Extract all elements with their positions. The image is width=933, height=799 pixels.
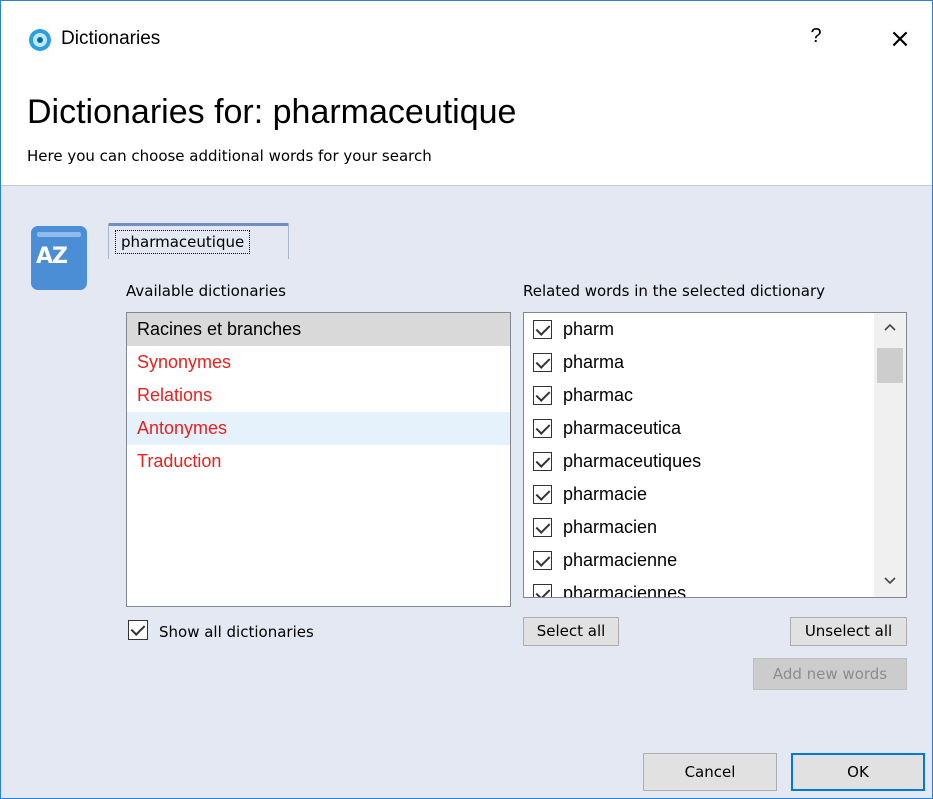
add-new-words-button[interactable]: Add new words (753, 658, 907, 690)
tab-pharmaceutique[interactable]: pharmaceutique (108, 223, 289, 259)
word-row-pharmacien[interactable]: pharmacien (530, 511, 870, 544)
word-label: pharm (563, 319, 615, 339)
word-row-pharmaciennes[interactable]: pharmaciennes (530, 577, 870, 598)
word-row-pharmacie[interactable]: pharmacie (530, 478, 870, 511)
related-words-list[interactable]: pharm pharma pharmac pharmaceutica pharm… (523, 312, 907, 598)
help-button[interactable]: ? (804, 25, 828, 55)
dictionary-item-racines-et-branches[interactable]: Racines et branches (127, 313, 510, 346)
dictionary-list[interactable]: Racines et branches Synonymes Relations … (126, 312, 511, 607)
word-checkbox[interactable] (533, 320, 552, 339)
word-checkbox[interactable] (533, 485, 552, 504)
ok-button[interactable]: OK (791, 753, 925, 791)
dictionary-item-traduction[interactable]: Traduction (127, 445, 510, 478)
title-bar: Dictionaries ? × (1, 1, 932, 79)
dictionary-item-synonymes[interactable]: Synonymes (127, 346, 510, 379)
unselect-all-button[interactable]: Unselect all (790, 617, 907, 646)
available-dictionaries-label: Available dictionaries (126, 282, 286, 300)
word-label: pharmaceutica (563, 418, 682, 438)
word-label: pharmacie (563, 484, 648, 504)
word-checkbox[interactable] (533, 386, 552, 405)
show-all-dictionaries-label: Show all dictionaries (159, 623, 314, 641)
show-all-dictionaries-checkbox[interactable] (128, 620, 148, 640)
word-checkbox[interactable] (533, 584, 552, 597)
page-title: Dictionaries for: pharmaceutique (27, 93, 517, 131)
scrollbar-thumb[interactable] (877, 348, 903, 383)
dialog-content: AZ pharmaceutique Available dictionaries… (1, 186, 932, 798)
az-glyph: AZ (36, 244, 68, 269)
word-label: pharma (563, 352, 625, 372)
chevron-down-icon[interactable] (874, 569, 906, 595)
select-all-button[interactable]: Select all (523, 617, 619, 646)
window-title: Dictionaries (61, 28, 161, 49)
word-label: pharmac (563, 385, 634, 405)
word-checkbox[interactable] (533, 518, 552, 537)
word-checkbox[interactable] (533, 452, 552, 471)
word-label: pharmaciennes (563, 583, 687, 598)
word-checkbox[interactable] (533, 551, 552, 570)
word-row-pharma[interactable]: pharma (530, 346, 870, 379)
tab-label: pharmaceutique (115, 230, 251, 254)
words-scrollbar[interactable] (874, 313, 906, 597)
word-row-pharmac[interactable]: pharmac (530, 379, 870, 412)
page-subtitle: Here you can choose additional words for… (27, 147, 432, 165)
word-checkbox[interactable] (533, 353, 552, 372)
dictionaries-dialog: Dictionaries ? × Dictionaries for: pharm… (0, 0, 933, 799)
dictionary-az-icon: AZ (31, 226, 87, 290)
icon-tab-strip (37, 232, 81, 237)
word-checkbox[interactable] (533, 419, 552, 438)
close-icon[interactable]: × (886, 23, 914, 55)
word-row-pharmaceutica[interactable]: pharmaceutica (530, 412, 870, 445)
chevron-up-icon[interactable] (874, 315, 906, 341)
app-icon (29, 29, 51, 51)
dialog-header: Dictionaries for: pharmaceutique Here yo… (1, 79, 932, 186)
word-label: pharmacien (563, 517, 658, 537)
word-row-pharmacienne[interactable]: pharmacienne (530, 544, 870, 577)
word-row-pharm[interactable]: pharm (530, 313, 870, 346)
word-label: pharmaceutiques (563, 451, 702, 471)
word-row-pharmaceutiques[interactable]: pharmaceutiques (530, 445, 870, 478)
word-label: pharmacienne (563, 550, 678, 570)
related-words-label: Related words in the selected dictionary (523, 282, 826, 300)
dictionary-item-antonymes[interactable]: Antonymes (127, 412, 510, 445)
dictionary-item-relations[interactable]: Relations (127, 379, 510, 412)
cancel-button[interactable]: Cancel (643, 753, 777, 791)
